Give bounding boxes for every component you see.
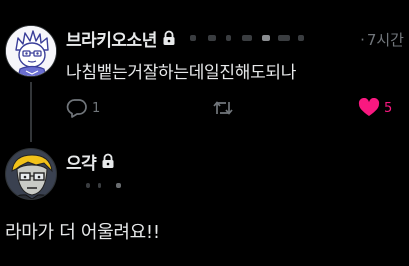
time-text: 7시간: [366, 31, 404, 49]
handle-redacted: [189, 33, 315, 43]
tweet-timestamp[interactable]: · 7시간: [360, 29, 404, 50]
lock-icon: [101, 153, 115, 169]
lock-icon: [162, 30, 176, 46]
avatar[interactable]: [5, 148, 57, 200]
heart-icon: [358, 98, 380, 116]
thread-connector-line: [30, 82, 32, 142]
tweet-text: 라마가 더 어울려요!!: [5, 222, 160, 243]
tweet-header: 브라키오소년: [66, 26, 315, 51]
handle-redacted: [86, 182, 126, 190]
tweet-thread: 브라키오소년 · 7시간 나침뱉는거잘하는데일진해도되나 1 5 으갹 라마가 …: [0, 0, 409, 266]
cartoon-man-glasses-avatar-icon: [6, 149, 56, 199]
avatar[interactable]: [5, 25, 57, 77]
tweet-parent[interactable]: 브라키오소년 · 7시간 나침뱉는거잘하는데일진해도되나 1 5: [0, 0, 409, 142]
display-name[interactable]: 으갹: [66, 149, 97, 174]
retweet-icon: [213, 101, 233, 115]
tweet-actions: 1 5: [66, 96, 399, 120]
display-name[interactable]: 브라키오소년: [66, 26, 157, 51]
tweet-text: 나침뱉는거잘하는데일진해도되나: [66, 63, 297, 83]
retweet-button[interactable]: [212, 96, 238, 120]
reply-count: 1: [92, 100, 101, 116]
like-count: 5: [384, 100, 393, 116]
reply-bubble-icon: [66, 99, 87, 118]
cartoon-boy-avatar-icon: [6, 26, 56, 76]
tweet-reply[interactable]: 으갹 라마가 더 어울려요!!: [0, 140, 409, 266]
tweet-header: 으갹: [66, 149, 115, 174]
reply-button[interactable]: 1: [66, 96, 100, 120]
time-separator: ·: [360, 31, 365, 49]
like-button[interactable]: 5: [358, 96, 392, 120]
